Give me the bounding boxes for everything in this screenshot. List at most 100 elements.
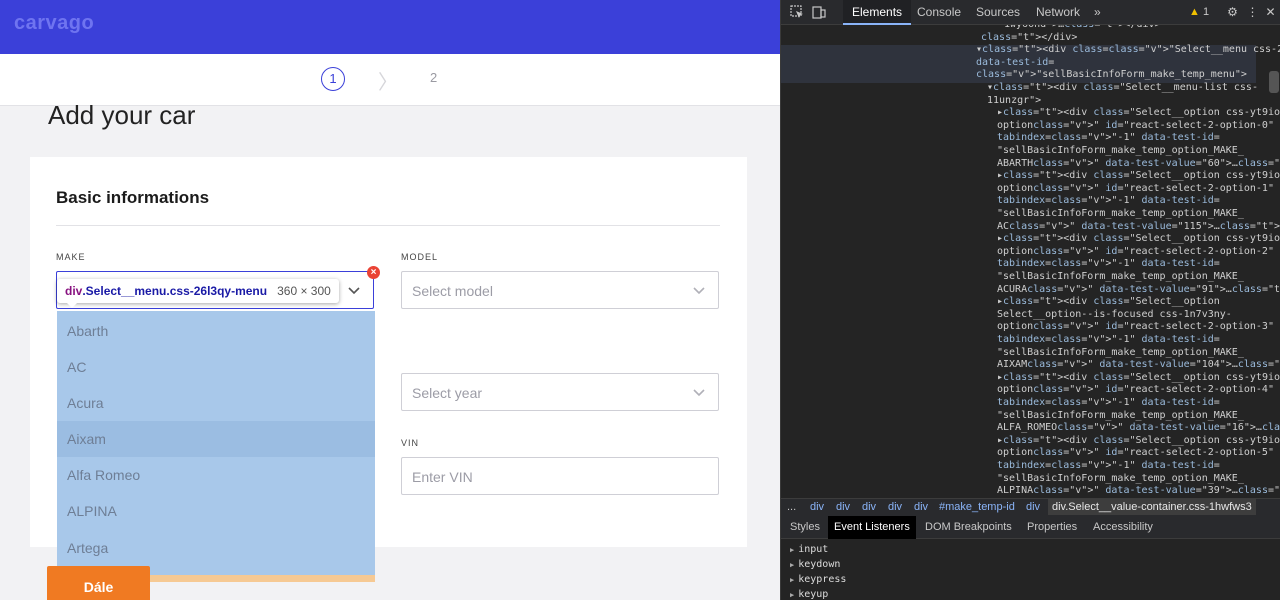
tab-elements[interactable]: Elements bbox=[843, 0, 912, 25]
tab-sources[interactable]: Sources bbox=[967, 0, 1029, 25]
make-option-alfa-romeo[interactable]: Alfa Romeo bbox=[57, 457, 375, 493]
inspect-element-icon[interactable] bbox=[789, 5, 804, 20]
dom-scrollbar[interactable] bbox=[1269, 71, 1279, 93]
year-select[interactable]: Select year bbox=[401, 373, 719, 411]
warning-counter[interactable]: ▲ 1 bbox=[1189, 0, 1209, 25]
dom-line[interactable]: optionclass="v">" id="react-select-2-opt… bbox=[997, 384, 1274, 397]
breadcrumb-item[interactable]: div bbox=[836, 499, 850, 515]
breadcrumb-item[interactable]: div bbox=[914, 499, 928, 515]
dom-line[interactable]: ▸class="t"><div class="Select__option cs… bbox=[997, 372, 1280, 385]
make-option-acura[interactable]: Acura bbox=[57, 385, 375, 421]
sidebar-panel-tabs: Styles Event Listeners DOM Breakpoints P… bbox=[781, 516, 1280, 539]
tab-console[interactable]: Console bbox=[908, 0, 970, 25]
site-logo[interactable]: carvago bbox=[14, 12, 94, 35]
more-tabs-button[interactable]: » bbox=[1085, 0, 1110, 25]
model-select[interactable]: Select model bbox=[401, 271, 719, 309]
tooltip-dimensions: 360 × 300 bbox=[277, 284, 331, 298]
device-toolbar-icon[interactable] bbox=[811, 5, 826, 20]
dom-line[interactable]: ABARTHclass="v">" data-test-value="60">…… bbox=[997, 158, 1280, 171]
make-option-abarth[interactable]: Abarth bbox=[57, 313, 375, 349]
dom-line[interactable]: optionclass="v">" id="react-select-2-opt… bbox=[997, 183, 1274, 196]
kebab-menu-icon[interactable]: ⋮ bbox=[1245, 5, 1260, 20]
devtools-tabbar: Elements Console Sources Network » ▲ 1 ⚙… bbox=[781, 0, 1280, 25]
make-dropdown-menu: Abarth AC Acura Aixam Alfa Romeo ALPINA … bbox=[57, 311, 375, 575]
dom-line[interactable]: ▾class="t"><div class="Select__menu-list… bbox=[987, 82, 1258, 95]
dom-line[interactable]: tabindex=class="v">"-1" data-test-id= bbox=[997, 397, 1220, 410]
inspector-tooltip: div .Select__menu.css-26l3qy-menu 360 × 3… bbox=[57, 279, 339, 303]
vin-input[interactable]: Enter VIN bbox=[401, 457, 719, 495]
dom-line[interactable]: ACclass="v">" data-test-value="115">…cla… bbox=[997, 221, 1280, 234]
breadcrumb-item[interactable]: #make_temp-id bbox=[939, 499, 1015, 515]
tab-accessibility[interactable]: Accessibility bbox=[1087, 516, 1159, 539]
tab-dom-breakpoints[interactable]: DOM Breakpoints bbox=[919, 516, 1018, 539]
dom-line[interactable]: data-test-id= bbox=[976, 57, 1054, 70]
dom-line[interactable]: 11unzgr"> bbox=[987, 95, 1041, 108]
close-icon[interactable]: ✕ bbox=[1263, 5, 1278, 20]
breadcrumb-item-selected[interactable]: div.Select__value-container.css-1hwfws3 bbox=[1048, 499, 1256, 515]
dom-line[interactable]: tabindex=class="v">"-1" data-test-id= bbox=[997, 460, 1220, 473]
dom-line[interactable]: tabindex=class="v">"-1" data-test-id= bbox=[997, 195, 1220, 208]
tab-network[interactable]: Network bbox=[1027, 0, 1089, 25]
dom-line[interactable]: ACURAclass="v">" data-test-value="91">…c… bbox=[997, 284, 1280, 297]
expand-triangle-icon: ▶ bbox=[790, 576, 795, 584]
dom-line[interactable]: ALPINAclass="v">" data-test-value="39">…… bbox=[997, 485, 1280, 498]
make-option-aixam[interactable]: Aixam bbox=[57, 421, 375, 457]
tab-event-listeners[interactable]: Event Listeners bbox=[828, 516, 916, 539]
dom-line[interactable]: "sellBasicInfoForm_make_temp_option_MAKE… bbox=[997, 208, 1244, 221]
dom-line[interactable]: tabindex=class="v">"-1" data-test-id= bbox=[997, 334, 1220, 347]
dom-line[interactable]: Select__option--is-focused css-1n7v3ny- bbox=[997, 309, 1232, 322]
tooltip-class: .Select__menu.css-26l3qy-menu bbox=[82, 284, 268, 298]
event-listener-item[interactable]: ▶ input bbox=[790, 544, 828, 555]
breadcrumb-item[interactable]: div bbox=[862, 499, 876, 515]
dom-line[interactable]: ▸class="t"><div class="Select__option cs… bbox=[997, 107, 1280, 120]
step-2-indicator[interactable]: 2 bbox=[430, 70, 437, 85]
dom-line[interactable]: "sellBasicInfoForm_make_temp_option_MAKE… bbox=[997, 473, 1244, 486]
site-header: carvago bbox=[0, 0, 780, 54]
dom-line[interactable]: tabindex=class="v">"-1" data-test-id= bbox=[997, 132, 1220, 145]
dom-line[interactable]: ▸class="t"><div class="Select__option cs… bbox=[997, 233, 1280, 246]
event-listener-item[interactable]: ▶ keydown bbox=[790, 559, 840, 570]
event-listener-item[interactable]: ▶ keypress bbox=[790, 574, 846, 585]
continue-button[interactable]: Dále bbox=[47, 566, 150, 600]
breadcrumb-item[interactable]: ... bbox=[787, 499, 796, 515]
make-option-ac[interactable]: AC bbox=[57, 349, 375, 385]
dom-line[interactable]: class="t"></div> bbox=[981, 32, 1077, 45]
dom-line[interactable]: "sellBasicInfoForm_make_temp_option_MAKE… bbox=[997, 145, 1244, 158]
breadcrumb-item[interactable]: div bbox=[888, 499, 902, 515]
make-option-alpina[interactable]: ALPINA bbox=[57, 493, 375, 529]
breadcrumb-item[interactable]: div bbox=[1026, 499, 1040, 515]
event-listener-label: input bbox=[798, 544, 829, 555]
dom-line[interactable]: ▸class="t"><div class="Select__option bbox=[997, 296, 1220, 309]
dom-line[interactable]: optionclass="v">" id="react-select-2-opt… bbox=[997, 321, 1274, 334]
dom-line[interactable]: "sellBasicInfoForm_make_temp_option_MAKE… bbox=[997, 271, 1244, 284]
dom-line[interactable]: "sellBasicInfoForm_make_temp_option_MAKE… bbox=[997, 347, 1244, 360]
devtools-panel: Elements Console Sources Network » ▲ 1 ⚙… bbox=[780, 0, 1280, 600]
event-listener-label: keypress bbox=[798, 574, 847, 585]
tooltip-arrow bbox=[66, 302, 78, 308]
dom-line[interactable]: tabindex=class="v">"-1" data-test-id= bbox=[997, 258, 1220, 271]
section-title: Basic informations bbox=[56, 188, 210, 207]
dom-line[interactable]: 1wy6ond">…class="t"></div> bbox=[1004, 25, 1161, 32]
progress-stepper: 1 〉 2 bbox=[0, 54, 780, 106]
tab-properties[interactable]: Properties bbox=[1021, 516, 1083, 539]
make-label: MAKE bbox=[56, 252, 86, 262]
expand-triangle-icon: ▶ bbox=[790, 591, 795, 599]
dom-line[interactable]: ▸class="t"><div class="Select__option cs… bbox=[997, 435, 1280, 448]
dom-line[interactable]: "sellBasicInfoForm_make_temp_option_MAKE… bbox=[997, 410, 1244, 423]
step-1-indicator[interactable]: 1 bbox=[321, 67, 345, 91]
dom-line[interactable]: optionclass="v">" id="react-select-2-opt… bbox=[997, 246, 1274, 259]
tab-styles[interactable]: Styles bbox=[784, 516, 826, 539]
section-divider bbox=[56, 225, 720, 226]
dom-line[interactable]: optionclass="v">" id="react-select-2-opt… bbox=[997, 120, 1274, 133]
dom-line[interactable]: optionclass="v">" id="react-select-2-opt… bbox=[997, 447, 1274, 460]
dom-line[interactable]: ▸class="t"><div class="Select__option cs… bbox=[997, 170, 1280, 183]
chevron-down-icon bbox=[693, 389, 705, 397]
dom-line[interactable]: ▾class="t"><div class=class="v">"Select_… bbox=[976, 44, 1280, 57]
settings-gear-icon[interactable]: ⚙ bbox=[1225, 5, 1240, 20]
dom-line[interactable]: ALFA_ROMEOclass="v">" data-test-value="1… bbox=[997, 422, 1280, 435]
make-option-artega[interactable]: Artega bbox=[57, 530, 375, 566]
breadcrumb-item[interactable]: div bbox=[810, 499, 824, 515]
dom-line[interactable]: AIXAMclass="v">" data-test-value="104">…… bbox=[997, 359, 1280, 372]
event-listener-item[interactable]: ▶ keyup bbox=[790, 589, 828, 600]
dom-line[interactable]: class="v">"sellBasicInfoForm_make_temp_m… bbox=[976, 69, 1247, 82]
